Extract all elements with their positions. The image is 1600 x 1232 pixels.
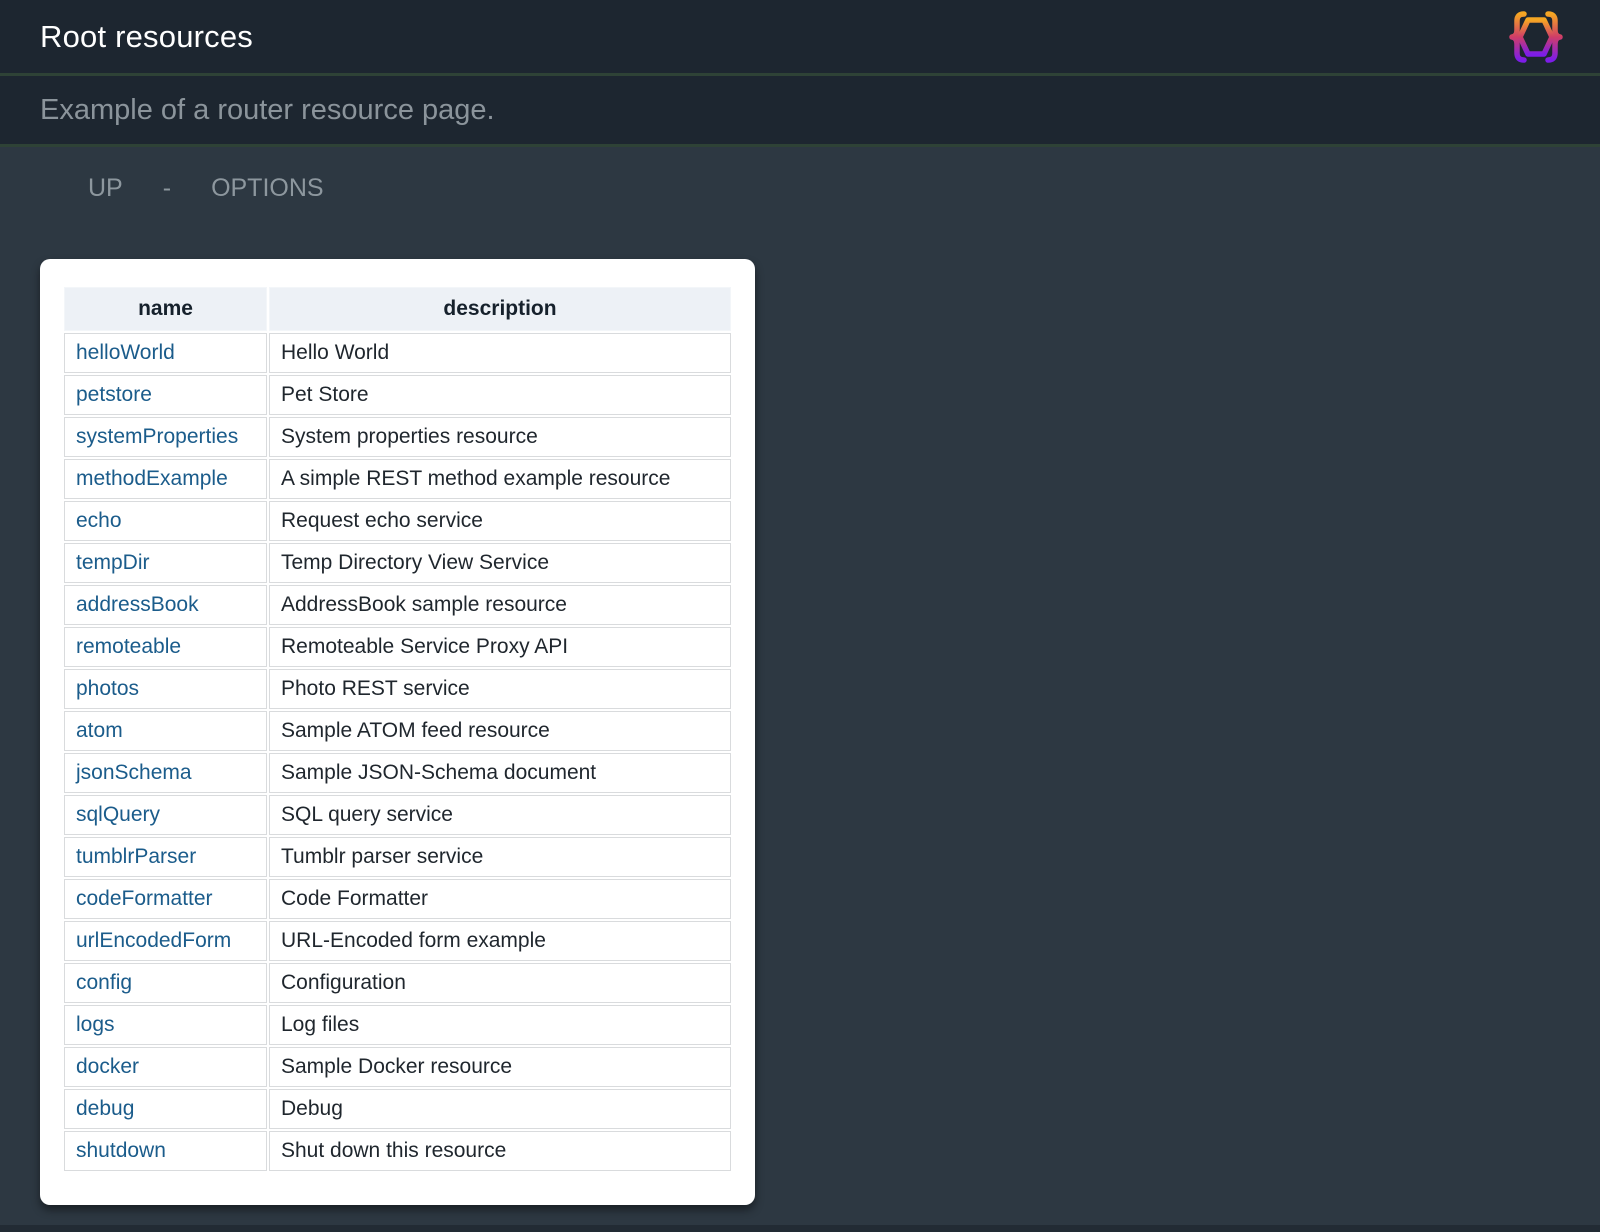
resource-nav: UP - OPTIONS — [88, 174, 1600, 203]
resource-link[interactable]: shutdown — [76, 1139, 166, 1162]
resource-name-cell: methodExample — [64, 459, 267, 499]
table-row: logs Log files — [64, 1005, 731, 1045]
resource-description-cell: Code Formatter — [269, 879, 731, 919]
resource-link[interactable]: logs — [76, 1013, 115, 1036]
table-row: echo Request echo service — [64, 501, 731, 541]
resource-link[interactable]: docker — [76, 1055, 139, 1078]
page-title: Root resources — [40, 19, 253, 55]
up-link[interactable]: UP — [88, 174, 123, 203]
resource-description-cell: Request echo service — [269, 501, 731, 541]
resource-description-cell: Temp Directory View Service — [269, 543, 731, 583]
resource-name-cell: photos — [64, 669, 267, 709]
resource-name-cell: logs — [64, 1005, 267, 1045]
resource-link[interactable]: urlEncodedForm — [76, 929, 231, 952]
column-header-name: name — [64, 287, 267, 331]
resource-link[interactable]: atom — [76, 719, 123, 742]
resource-description-cell: Configuration — [269, 963, 731, 1003]
resource-name-cell: jsonSchema — [64, 753, 267, 793]
resource-link[interactable]: tempDir — [76, 551, 150, 574]
resources-table: name description helloWorld Hello World … — [62, 285, 733, 1173]
page-subtitle: Example of a router resource page. — [0, 76, 1600, 147]
table-row: systemProperties System properties resou… — [64, 417, 731, 457]
resource-link[interactable]: sqlQuery — [76, 803, 160, 826]
table-row: remoteable Remoteable Service Proxy API — [64, 627, 731, 667]
resource-name-cell: systemProperties — [64, 417, 267, 457]
footer-strip — [0, 1225, 1600, 1232]
resource-description-cell: AddressBook sample resource — [269, 585, 731, 625]
resource-name-cell: debug — [64, 1089, 267, 1129]
resource-description-cell: Hello World — [269, 333, 731, 373]
resource-link[interactable]: systemProperties — [76, 425, 238, 448]
table-row: jsonSchema Sample JSON-Schema document — [64, 753, 731, 793]
table-row: docker Sample Docker resource — [64, 1047, 731, 1087]
resource-table-body: helloWorld Hello World petstore Pet Stor… — [64, 333, 731, 1171]
resource-description-cell: Sample ATOM feed resource — [269, 711, 731, 751]
resource-description-cell: Shut down this resource — [269, 1131, 731, 1171]
resource-description-cell: SQL query service — [269, 795, 731, 835]
resource-link[interactable]: echo — [76, 509, 122, 532]
resource-name-cell: sqlQuery — [64, 795, 267, 835]
resource-name-cell: atom — [64, 711, 267, 751]
resource-description-cell: URL-Encoded form example — [269, 921, 731, 961]
column-header-description: description — [269, 287, 731, 331]
resource-description-cell: Sample Docker resource — [269, 1047, 731, 1087]
resource-link[interactable]: codeFormatter — [76, 887, 213, 910]
resource-description-cell: Remoteable Service Proxy API — [269, 627, 731, 667]
resource-name-cell: shutdown — [64, 1131, 267, 1171]
braces-hexagon-logo-icon — [1500, 9, 1572, 65]
resource-name-cell: tempDir — [64, 543, 267, 583]
resource-link[interactable]: tumblrParser — [76, 845, 196, 868]
resource-link[interactable]: helloWorld — [76, 341, 175, 364]
resource-description-cell: System properties resource — [269, 417, 731, 457]
table-row: methodExample A simple REST method examp… — [64, 459, 731, 499]
resource-name-cell: addressBook — [64, 585, 267, 625]
resource-name-cell: petstore — [64, 375, 267, 415]
table-row: helloWorld Hello World — [64, 333, 731, 373]
resource-link[interactable]: photos — [76, 677, 139, 700]
table-row: sqlQuery SQL query service — [64, 795, 731, 835]
resource-link[interactable]: methodExample — [76, 467, 228, 490]
resource-name-cell: urlEncodedForm — [64, 921, 267, 961]
app-header: Root resources — [0, 0, 1600, 76]
resource-name-cell: helloWorld — [64, 333, 267, 373]
resource-name-cell: config — [64, 963, 267, 1003]
resource-name-cell: echo — [64, 501, 267, 541]
resource-link[interactable]: remoteable — [76, 635, 181, 658]
options-link[interactable]: OPTIONS — [211, 174, 324, 203]
main-content: UP - OPTIONS name description helloWorld… — [0, 147, 1600, 1232]
resource-name-cell: docker — [64, 1047, 267, 1087]
resource-name-cell: codeFormatter — [64, 879, 267, 919]
page: Root resources Example of a router resou… — [0, 0, 1600, 1232]
nav-separator: - — [163, 174, 171, 203]
resource-link[interactable]: petstore — [76, 383, 152, 406]
table-row: shutdown Shut down this resource — [64, 1131, 731, 1171]
resource-link[interactable]: addressBook — [76, 593, 199, 616]
resource-description-cell: Pet Store — [269, 375, 731, 415]
resource-description-cell: Debug — [269, 1089, 731, 1129]
table-header-row: name description — [64, 287, 731, 331]
table-row: debug Debug — [64, 1089, 731, 1129]
resource-link[interactable]: debug — [76, 1097, 134, 1120]
table-row: tumblrParser Tumblr parser service — [64, 837, 731, 877]
resource-link[interactable]: config — [76, 971, 132, 994]
resource-link[interactable]: jsonSchema — [76, 761, 192, 784]
table-row: petstore Pet Store — [64, 375, 731, 415]
resources-card: name description helloWorld Hello World … — [40, 259, 755, 1205]
table-row: codeFormatter Code Formatter — [64, 879, 731, 919]
resource-name-cell: tumblrParser — [64, 837, 267, 877]
table-row: config Configuration — [64, 963, 731, 1003]
table-row: atom Sample ATOM feed resource — [64, 711, 731, 751]
resource-description-cell: Log files — [269, 1005, 731, 1045]
resource-description-cell: A simple REST method example resource — [269, 459, 731, 499]
table-row: tempDir Temp Directory View Service — [64, 543, 731, 583]
table-row: addressBook AddressBook sample resource — [64, 585, 731, 625]
resource-description-cell: Tumblr parser service — [269, 837, 731, 877]
table-row: photos Photo REST service — [64, 669, 731, 709]
table-row: urlEncodedForm URL-Encoded form example — [64, 921, 731, 961]
resource-name-cell: remoteable — [64, 627, 267, 667]
resource-description-cell: Sample JSON-Schema document — [269, 753, 731, 793]
resource-description-cell: Photo REST service — [269, 669, 731, 709]
